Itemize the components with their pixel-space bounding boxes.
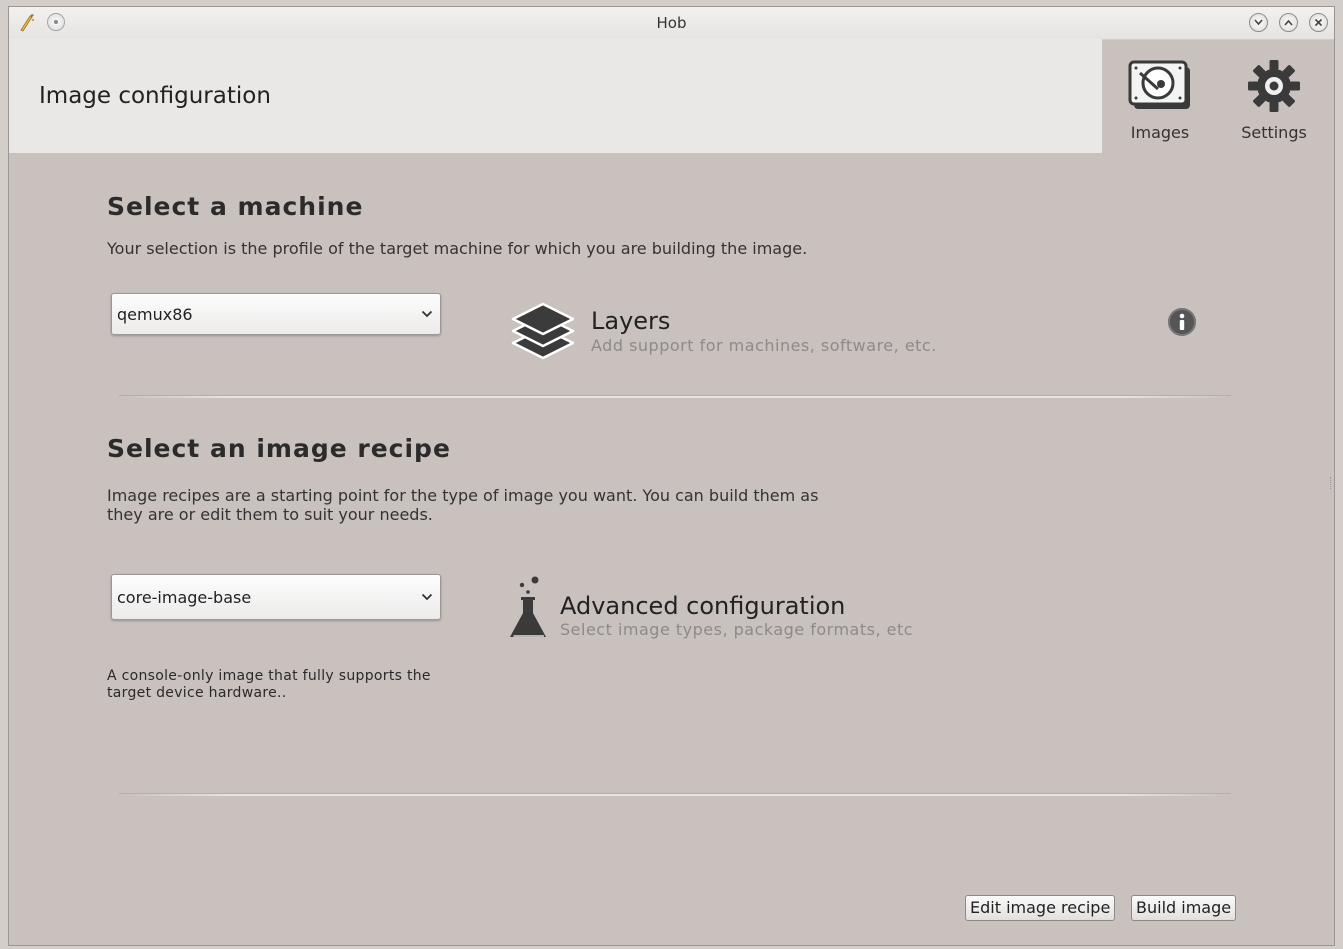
build-image-button[interactable]: Build image [1131,895,1237,921]
advanced-configuration-subtitle: Select image types, package formats, etc [560,620,914,639]
settings-button[interactable]: Settings [1236,59,1312,142]
recipe-note-line1: A console-only image that fully supports… [107,668,431,684]
minimize-button[interactable] [1249,13,1268,32]
window-title: Hob [656,14,687,32]
layers-title[interactable]: Layers [591,307,670,335]
bottom-divider [119,793,1231,796]
machine-description: Your selection is the profile of the tar… [107,239,808,258]
layers-icon [511,302,575,360]
chevron-up-icon [1284,19,1293,26]
hard-drive-icon [1128,60,1190,109]
chevron-down-icon [1254,19,1263,26]
info-button[interactable] [1168,308,1196,336]
recipe-select-value: core-image-base [117,588,252,607]
machine-select-value: qemux86 [117,305,193,324]
maximize-button[interactable] [1279,13,1298,32]
gear-icon [1248,60,1300,112]
resize-grip[interactable] [1330,477,1334,489]
chevron-down-icon [421,310,433,318]
settings-label: Settings [1241,123,1307,142]
edit-image-recipe-button[interactable]: Edit image recipe [965,895,1116,921]
recipe-heading: Select an image recipe [107,434,451,463]
chevron-down-icon [421,593,433,601]
recipe-note-line2: target device hardware.. [107,685,287,701]
page-title: Image configuration [39,83,271,109]
machine-heading: Select a machine [107,192,364,221]
advanced-configuration-title[interactable]: Advanced configuration [560,592,845,620]
section-divider [119,395,1231,398]
header-panel: Image configuration [9,39,1102,153]
close-button[interactable] [1309,13,1328,32]
recipe-description-line1: Image recipes are a starting point for t… [107,486,819,505]
advanced-configuration-link[interactable] [505,573,549,641]
recipe-description-line2: they are or edit them to suit your needs… [107,505,433,524]
layers-subtitle: Add support for machines, software, etc. [591,336,937,355]
title-bar[interactable]: Hob [9,7,1334,40]
recipe-select[interactable]: core-image-base [111,574,441,620]
close-icon [1314,18,1323,27]
hob-window: Hob Image configuration Images Settings … [8,6,1335,946]
machine-select[interactable]: qemux86 [111,293,441,335]
info-icon [1179,313,1185,330]
images-label: Images [1130,123,1190,142]
flask-icon [510,576,546,637]
images-button[interactable]: Images [1122,59,1198,142]
layers-link[interactable] [509,295,581,367]
